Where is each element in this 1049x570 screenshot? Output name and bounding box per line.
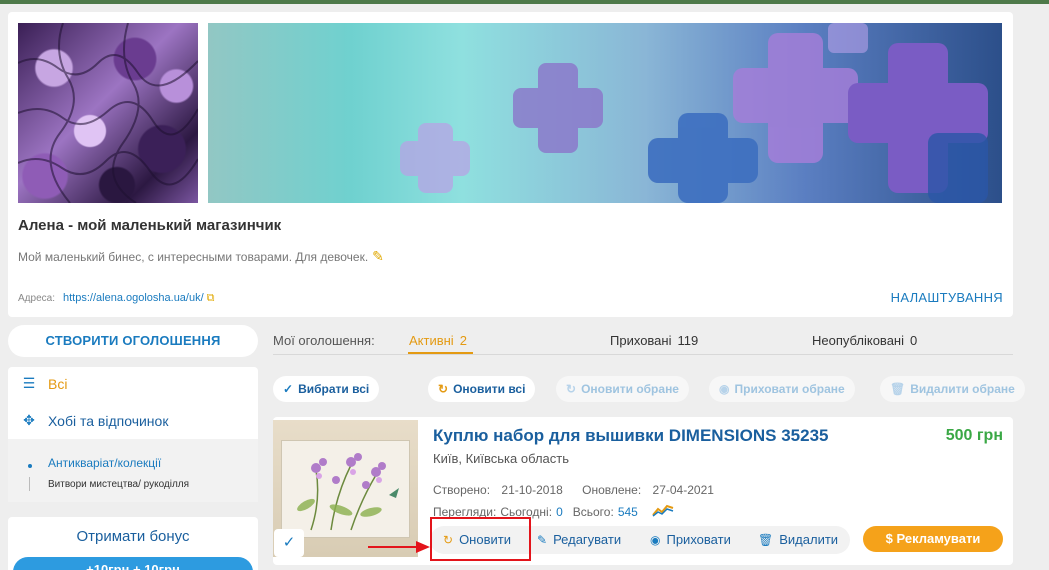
shop-address: https://alena.ogolosha.ua/uk/⧉ xyxy=(63,292,215,305)
bullet-icon xyxy=(28,464,32,468)
tab-title: Приховані xyxy=(610,333,672,348)
category-hobby[interactable]: ✥ Хобі та відпочинок xyxy=(20,412,168,429)
shop-avatar[interactable] xyxy=(18,23,198,203)
active-tab-underline xyxy=(408,352,473,354)
updated-date: Оновлене: 27-04-2021 xyxy=(582,483,722,497)
check-icon: ✓ xyxy=(283,382,294,396)
updated-label: Оновлене: xyxy=(582,483,642,497)
create-ad-button[interactable]: СТВОРИТИ ОГОЛОШЕННЯ xyxy=(8,325,258,357)
shop-description-text: Мой маленький бинес, с интересными товар… xyxy=(18,250,369,264)
refresh-selected-label: Оновити обране xyxy=(581,382,679,396)
category-panel: ☰ Всі ✥ Хобі та відпочинок Антикваріат/к… xyxy=(8,367,258,502)
dollar-icon: $ xyxy=(885,531,897,546)
hide-selected-label: Приховати обране xyxy=(734,382,845,396)
tab-hidden[interactable]: Приховані 119 xyxy=(610,333,698,348)
delete-button[interactable]: 🗑 Видалити xyxy=(758,532,838,547)
refresh-icon: ↻ xyxy=(566,382,577,396)
subcategory-block: Антикваріат/колекції Витвори мистецтва/ … xyxy=(8,439,258,502)
shop-address-link[interactable]: https://alena.ogolosha.ua/uk/ xyxy=(63,292,204,304)
hide-selected-button[interactable]: ◉ Приховати обране xyxy=(709,376,855,402)
delete-selected-label: Видалити обране xyxy=(910,382,1015,396)
delete-label: Видалити xyxy=(779,532,839,547)
refresh-all-label: Оновити всі xyxy=(453,382,526,396)
ad-title[interactable]: Куплю набор для вышивки DIMENSIONS 35235 xyxy=(433,426,853,446)
ad-photo[interactable]: ✓ xyxy=(273,420,418,557)
tab-title: Активні xyxy=(409,333,454,348)
shop-banner xyxy=(208,23,1002,203)
total-count: 545 xyxy=(617,504,638,519)
tab-active[interactable]: Активні 2 xyxy=(409,333,467,348)
bonus-button[interactable]: +10грн + 10грн xyxy=(13,557,253,570)
edit-label: Редагувати xyxy=(553,532,622,547)
trash-icon: 🗑 xyxy=(890,382,906,396)
updated-value: 27-04-2021 xyxy=(652,483,714,497)
trash-icon: 🗑 xyxy=(758,532,774,547)
check-icon[interactable]: ✓ xyxy=(274,529,304,557)
refresh-highlight-box xyxy=(430,517,531,561)
category-label: Хобі та відпочинок xyxy=(48,412,169,429)
red-arrow-icon xyxy=(368,541,430,553)
delete-selected-button[interactable]: 🗑 Видалити обране xyxy=(880,376,1025,402)
tab-title: Неопубліковані xyxy=(812,333,904,348)
select-all-label: Вибрати всі xyxy=(298,382,370,396)
category-all[interactable]: ☰ Всі xyxy=(20,375,68,392)
promote-label: Рекламувати xyxy=(896,531,981,546)
hide-button[interactable]: ◉ Приховати xyxy=(650,532,731,547)
shop-description: Мой маленький бинес, с интересными товар… xyxy=(18,248,384,265)
select-all-button[interactable]: ✓ Вибрати всі xyxy=(273,376,380,402)
ad-dates: Створено: 21-10-2018 Оновлене: 27-04-202… xyxy=(433,483,730,497)
created-date: Створено: 21-10-2018 xyxy=(433,483,571,497)
subcategory-antiques[interactable]: Антикваріат/колекції xyxy=(48,456,161,470)
subcategory-art[interactable]: Витвори мистецтва/ рукоділля xyxy=(48,479,189,490)
ads-tabs: Мої оголошення: Активні 2 Приховані 119 Не… xyxy=(273,325,1013,355)
list-icon: ☰ xyxy=(22,375,36,391)
created-value: 21-10-2018 xyxy=(501,483,563,497)
tab-count: 0 xyxy=(910,333,918,348)
today-count: 0 xyxy=(556,504,563,519)
eye-icon: ◉ xyxy=(719,382,730,396)
bonus-title: Отримати бонус xyxy=(76,528,190,545)
created-label: Створено: xyxy=(433,483,491,497)
address-label: Адреса: xyxy=(18,293,55,304)
shop-header-card: Алена - мой маленький магазинчик Мой мал… xyxy=(8,12,1013,317)
pencil-icon: ✎ xyxy=(537,532,548,547)
top-bar xyxy=(0,0,1049,4)
category-label: Всі xyxy=(48,375,68,392)
tab-count: 119 xyxy=(677,333,699,348)
tab-count: 2 xyxy=(459,333,467,348)
puzzle-icon: ✥ xyxy=(23,412,35,428)
tree-line xyxy=(29,477,30,491)
ad-price: 500 грн xyxy=(945,427,1003,444)
ad-location: Київ, Київська область xyxy=(433,451,570,466)
tabs-label: Мої оголошення: xyxy=(273,333,375,348)
copy-icon[interactable]: ⧉ xyxy=(207,292,215,305)
shop-title: Алена - мой маленький магазинчик xyxy=(18,217,282,234)
refresh-selected-button[interactable]: ↻ Оновити обране xyxy=(556,376,689,402)
refresh-all-button[interactable]: ↻ Оновити всі xyxy=(428,376,536,402)
tab-unpublished[interactable]: Неопубліковані 0 xyxy=(812,333,917,348)
edit-button[interactable]: ✎ Редагувати xyxy=(537,532,621,547)
settings-link[interactable]: НАЛАШТУВАННЯ xyxy=(891,290,1003,305)
refresh-icon: ↻ xyxy=(438,382,449,396)
eye-icon: ◉ xyxy=(650,532,661,547)
promote-button[interactable]: $ Рекламувати xyxy=(863,526,1003,552)
stats-chart-icon[interactable] xyxy=(652,503,674,520)
total-label: Всього: xyxy=(572,504,614,519)
bonus-card: Отримати бонус +10грн + 10грн xyxy=(8,517,258,570)
pencil-icon[interactable]: ✎ xyxy=(372,248,384,265)
hide-label: Приховати xyxy=(666,532,731,547)
